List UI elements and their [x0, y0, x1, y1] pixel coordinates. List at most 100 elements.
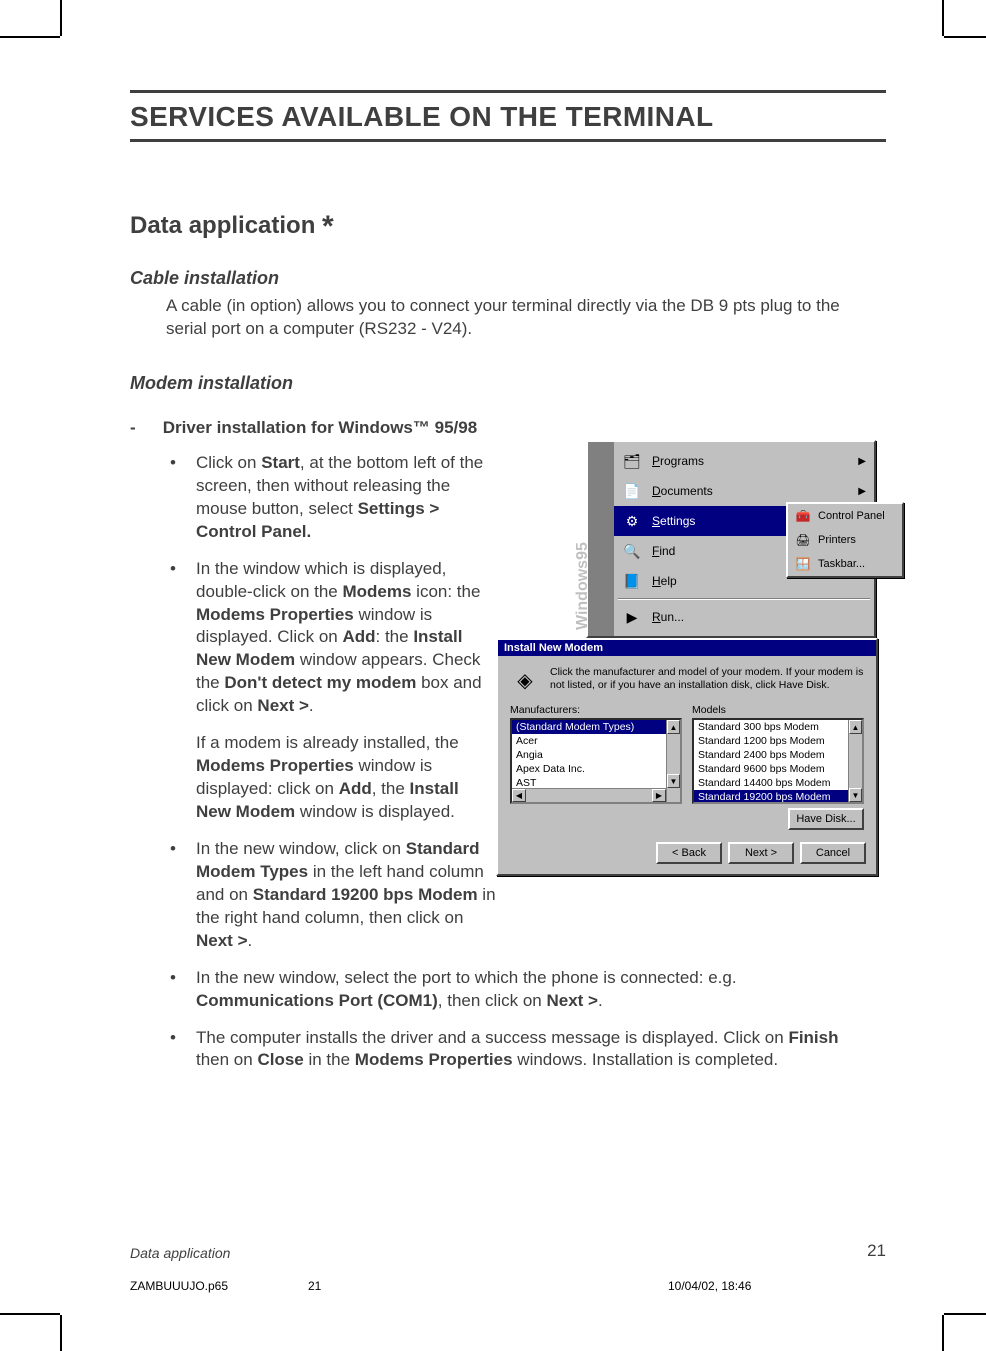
lbl: rinters	[825, 534, 856, 546]
lbl: un...	[661, 610, 684, 624]
list-item[interactable]: Standard 9600 bps Modem	[694, 762, 862, 776]
programs-icon: 🗂	[620, 451, 644, 471]
ul: S	[652, 514, 660, 528]
crop-mark	[0, 36, 60, 38]
lbl: elp	[661, 574, 677, 588]
crop-mark	[944, 1313, 986, 1315]
back-button[interactable]: < Back	[656, 842, 722, 864]
list-item[interactable]: Standard 19200 bps Modem	[694, 790, 862, 804]
lbl: ettings	[660, 514, 695, 528]
list-item[interactable]: Standard 14400 bps Modem	[694, 776, 862, 790]
ul: P	[652, 454, 660, 468]
subheading-cable: Cable installation	[130, 268, 886, 289]
page-title: SERVICES AVAILABLE ON THE TERMINAL	[130, 101, 886, 133]
bold: Start	[261, 453, 300, 472]
list-item: • In the window which is displayed, doub…	[196, 558, 496, 719]
list-item[interactable]: (Standard Modem Types)	[512, 720, 680, 734]
next-button[interactable]: Next >	[728, 842, 794, 864]
list-item[interactable]: Standard 300 bps Modem	[694, 720, 862, 734]
bullet-icon: •	[170, 1027, 176, 1050]
bullet-icon: •	[170, 838, 176, 861]
print-datetime: 10/04/02, 18:46	[588, 1279, 946, 1293]
ul: D	[652, 484, 661, 498]
scroll-right-icon[interactable]: ▶	[652, 789, 666, 802]
scrollbar-vertical[interactable]: ▲▼	[666, 720, 680, 802]
bold: Close	[257, 1050, 303, 1069]
page-content: SERVICES AVAILABLE ON THE TERMINAL Data …	[130, 90, 886, 1291]
scroll-down-icon[interactable]: ▼	[849, 788, 862, 802]
text: then on	[196, 1050, 257, 1069]
models-listbox[interactable]: Standard 300 bps Modem Standard 1200 bps…	[692, 718, 864, 804]
text: in the	[304, 1050, 355, 1069]
dash-bullet: -	[130, 418, 158, 438]
lbl: ind	[659, 544, 675, 558]
rule	[130, 139, 886, 142]
documents-icon: 📄	[620, 481, 644, 501]
crop-mark	[60, 0, 62, 36]
list-item[interactable]: Acer	[512, 734, 680, 748]
text: .	[309, 696, 314, 715]
bold: Don't detect my modem	[224, 673, 416, 692]
wizard-message: Click the manufacturer and model of your…	[550, 666, 864, 694]
settings-flyout: 🧰Control Panel 🖨Printers 🪟Taskbar...	[786, 502, 904, 578]
have-disk-button[interactable]: Have Disk...	[788, 808, 864, 830]
cancel-button[interactable]: Cancel	[800, 842, 866, 864]
manufacturers-label: Manufacturers:	[510, 704, 682, 716]
bold: Modems Properties	[196, 605, 354, 624]
manufacturers-listbox[interactable]: (Standard Modem Types) Acer Angia Apex D…	[510, 718, 682, 804]
subheading-modem: Modem installation	[130, 373, 886, 394]
start-menu: Windows95 🗂Programs▶ 📄Documents▶ ⚙Settin…	[586, 440, 876, 638]
bold: Add	[342, 627, 375, 646]
section-heading: Data application *	[130, 212, 886, 246]
lbl: askbar...	[824, 558, 866, 570]
bold: Modems Properties	[196, 756, 354, 775]
flyout-item-printers[interactable]: 🖨Printers	[788, 528, 902, 552]
strip-text: Windows95	[574, 542, 592, 630]
list-item: • Click on Start, at the bottom left of …	[196, 452, 496, 544]
list-item: • In the new window, select the port to …	[196, 967, 876, 1013]
taskbar-icon: 🪟	[794, 556, 812, 572]
bold: Next >	[546, 991, 598, 1010]
rule	[130, 90, 886, 93]
footer-section: Data application	[130, 1245, 230, 1261]
chevron-right-icon: ▶	[858, 486, 866, 497]
scroll-up-icon[interactable]: ▲	[667, 720, 680, 734]
list-item: • The computer installs the driver and a…	[196, 1027, 876, 1073]
list-item[interactable]: Angia	[512, 748, 680, 762]
flyout-item-control-panel[interactable]: 🧰Control Panel	[788, 504, 902, 528]
separator	[618, 598, 870, 600]
scroll-down-icon[interactable]: ▼	[667, 774, 680, 788]
scroll-up-icon[interactable]: ▲	[849, 720, 862, 734]
list-heading: - Driver installation for Windows™ 95/98	[130, 418, 886, 438]
list-heading-text: Driver installation for Windows™ 95/98	[163, 418, 477, 437]
scroll-left-icon[interactable]: ◀	[512, 789, 526, 802]
lbl: rograms	[660, 454, 704, 468]
chevron-right-icon: ▶	[858, 456, 866, 467]
text: .	[598, 991, 603, 1010]
list-item[interactable]: Apex Data Inc.	[512, 762, 680, 776]
crop-mark	[0, 1313, 60, 1315]
menu-item-programs[interactable]: 🗂 Programs ▶	[614, 446, 874, 476]
text: .	[248, 931, 253, 950]
text: In the new window, click on	[196, 839, 406, 858]
crop-mark	[942, 0, 944, 36]
scrollbar-vertical[interactable]: ▲▼	[848, 720, 862, 802]
help-icon: 📘	[620, 571, 644, 591]
page-number: 21	[867, 1241, 886, 1261]
screenshot-illustration: Windows95 🗂Programs▶ 📄Documents▶ ⚙Settin…	[496, 440, 886, 860]
lbl: ocuments	[661, 484, 713, 498]
page-footer: Data application 21	[130, 1245, 886, 1261]
menu-item-run[interactable]: ▶Run...	[614, 602, 874, 632]
text: icon: the	[411, 582, 480, 601]
list-item[interactable]: Standard 1200 bps Modem	[694, 734, 862, 748]
scrollbar-horizontal[interactable]: ◀▶	[512, 788, 666, 802]
text: window is displayed.	[295, 802, 455, 821]
find-icon: 🔍	[620, 541, 644, 561]
asterisk-icon: *	[322, 210, 334, 243]
flyout-item-taskbar[interactable]: 🪟Taskbar...	[788, 552, 902, 576]
bold: Modems Properties	[355, 1050, 513, 1069]
models-label: Models	[692, 704, 864, 716]
bold: Communications Port (COM1)	[196, 991, 438, 1010]
list-item[interactable]: Standard 2400 bps Modem	[694, 748, 862, 762]
bold: Next >	[257, 696, 309, 715]
